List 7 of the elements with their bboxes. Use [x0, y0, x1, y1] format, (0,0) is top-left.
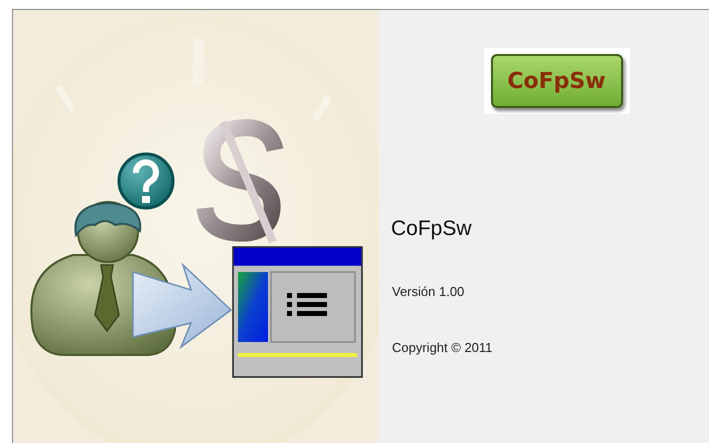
copyright-text: Copyright © 2011	[391, 338, 494, 357]
product-name: CoFpSw	[390, 216, 473, 242]
version-text: Versión 1.00	[391, 283, 466, 301]
dollar-icon	[196, 119, 284, 244]
logo: CoFpSw	[490, 54, 622, 108]
help-icon	[118, 152, 174, 210]
arrow-icon	[132, 262, 232, 350]
